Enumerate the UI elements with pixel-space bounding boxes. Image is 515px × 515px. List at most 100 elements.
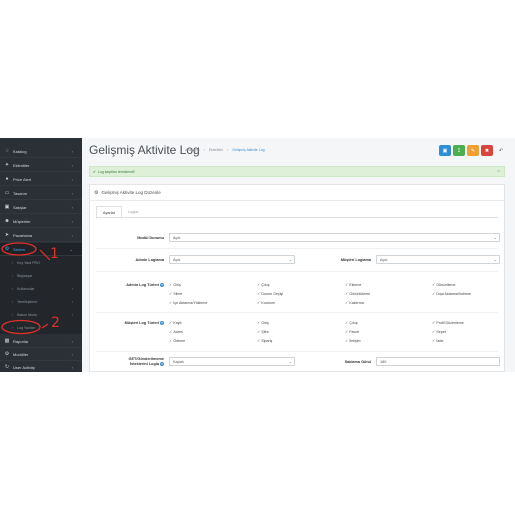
customer-log-type-checkbox[interactable]: ✓Favori xyxy=(345,329,359,334)
sidebar-item-tasarim[interactable]: ▭ Tasarım › xyxy=(0,187,82,200)
checkmark-icon: ✓ xyxy=(345,338,349,343)
sidebar-item-moduller[interactable]: ⚙ Modüller › xyxy=(0,348,82,361)
checkbox-label: İçe Aktarma/Yükleme xyxy=(173,301,208,305)
admin-log-type-checkbox[interactable]: ✓Silme xyxy=(169,291,182,296)
checkbox-label: Ekleme xyxy=(349,283,362,287)
edit-button[interactable]: ✎ xyxy=(467,145,479,156)
customer-logging-select[interactable]: Açık ⌄ xyxy=(376,255,500,264)
customer-log-type-checkbox[interactable]: ✓Giriş xyxy=(257,320,269,325)
checkmark-icon: ✓ xyxy=(432,320,436,325)
admin-log-type-checkbox[interactable]: ✓Güncelleme xyxy=(432,282,456,287)
app-screenshot: ♢ Katalog › ✦ Eklentiler › ● Price Alert… xyxy=(0,138,515,372)
module-status-value: Açık xyxy=(173,235,181,240)
chevron-down-icon: ⌄ xyxy=(69,246,73,252)
admin-log-types-label: Admin Log Türleri? xyxy=(126,283,164,287)
pencil-icon: ✎ xyxy=(470,147,476,154)
sidebar-item-pazarlama[interactable]: ➤ Pazarlama › xyxy=(0,229,82,242)
back-button[interactable]: ↶ xyxy=(495,145,507,156)
success-alert: ✔ Log kayıtları temizlendi! × xyxy=(89,166,505,177)
admin-log-type-checkbox[interactable]: ✓Ekleme xyxy=(345,282,361,287)
admin-log-type-checkbox[interactable]: ✓Kurulum xyxy=(257,300,275,305)
sidebar-item-eklentiler[interactable]: ✦ Eklentiler › xyxy=(0,159,82,172)
row-divider xyxy=(96,351,498,352)
admin-logging-label: Admin Loglama xyxy=(135,258,164,262)
sidebar-subitem-bilgisayar[interactable]: › Bilgisayar xyxy=(0,269,82,282)
sidebar-item-price-alert[interactable]: ● Price Alert › xyxy=(0,173,82,186)
checkmark-icon: ✓ xyxy=(169,300,173,305)
save-button[interactable]: ▣ xyxy=(439,145,451,156)
retention-label: Saklama Günü xyxy=(344,360,371,364)
customer-log-type-checkbox[interactable]: ✓Şifre xyxy=(257,329,269,334)
sidebar-subitem-log-yazilim[interactable]: › Log Yazılım xyxy=(0,321,82,334)
checkmark-icon: ✓ xyxy=(257,300,261,305)
customer-log-types-label-text: Müşteri Log Türleri xyxy=(124,321,159,325)
chevron-right-icon: › xyxy=(71,190,73,196)
breadcrumb-current[interactable]: Gelişmiş Aktivite Log xyxy=(232,148,264,152)
checkbox-label: Çıkış xyxy=(349,321,358,325)
admin-log-type-checkbox[interactable]: ✓Görüntüleme xyxy=(345,291,370,296)
checkmark-icon: ✓ xyxy=(257,291,261,296)
customer-log-type-checkbox[interactable]: ✓Sepet xyxy=(432,329,446,334)
download-button[interactable]: ↧ xyxy=(453,145,465,156)
customer-log-type-checkbox[interactable]: ✓Ödeme xyxy=(169,338,185,343)
checkmark-icon: ✓ xyxy=(345,320,349,325)
customer-log-type-checkbox[interactable]: ✓Kayıt xyxy=(169,320,182,325)
sidebar-subitem-key-yard[interactable]: › Key Yard PRO xyxy=(0,256,82,269)
history-icon: ↻ xyxy=(4,364,10,370)
chevron-right-icon: › xyxy=(71,286,73,291)
check-circle-icon: ✔ xyxy=(93,169,96,174)
checkbox-label: Durum Geçişi xyxy=(261,292,284,296)
delete-button[interactable]: ✖ xyxy=(481,145,493,156)
customer-log-type-checkbox[interactable]: ✓Profil Düzenleme xyxy=(432,320,464,325)
checkmark-icon: ✓ xyxy=(169,282,173,287)
admin-log-type-checkbox[interactable]: ✓İçe Aktarma/Yükleme xyxy=(169,300,207,305)
sidebar-item-label: Satışlar xyxy=(13,204,27,210)
chevron-right-icon: › xyxy=(71,299,73,304)
checkbox-label: Sepet xyxy=(436,330,446,334)
sidebar-item-katalog[interactable]: ♢ Katalog › xyxy=(0,145,82,158)
customer-log-types-label: Müşteri Log Türleri? xyxy=(125,321,164,325)
floppy-icon: ▣ xyxy=(442,147,448,154)
get-post-select[interactable]: Kapalı ⌄ xyxy=(169,357,295,366)
main-content: Gelişmiş Aktivite Log Anasayfa › Eklenti… xyxy=(82,138,515,372)
breadcrumb-eklentiler[interactable]: Eklentiler xyxy=(209,148,223,152)
sidebar-subitem-kullanicilar[interactable]: › Kullanıcılar › xyxy=(0,282,82,295)
close-icon[interactable]: × xyxy=(497,169,500,175)
sidebar-subitem-yerellestirme[interactable]: › Yerelleştirme › xyxy=(0,295,82,308)
user-icon: ☻ xyxy=(4,218,10,224)
page-title: Gelişmiş Aktivite Log xyxy=(89,143,200,157)
cart-icon: ▣ xyxy=(4,204,10,210)
sidebar-item-satislar[interactable]: ▣ Satışlar › xyxy=(0,201,82,214)
sidebar-item-musteriler[interactable]: ☻ Müşteriler › xyxy=(0,215,82,228)
retention-input[interactable]: 180 xyxy=(376,357,500,366)
admin-log-type-checkbox[interactable]: ✓Kaldırma xyxy=(345,300,364,305)
tab-loglar[interactable]: Loglar xyxy=(122,206,145,217)
sidebar-item-raporlar[interactable]: ▩ Raporlar › xyxy=(0,335,82,348)
admin-logging-value: Açık xyxy=(173,257,181,262)
sidebar-item-label: Sistem xyxy=(13,246,26,252)
checkmark-icon: ✓ xyxy=(169,291,173,296)
row-divider xyxy=(96,248,498,249)
breadcrumb-home[interactable]: Anasayfa xyxy=(185,148,200,152)
customer-log-type-checkbox[interactable]: ✓İletişim xyxy=(345,338,361,343)
sidebar-subitem-bakim-modu[interactable]: › Bakım Modu › xyxy=(0,308,82,321)
admin-logging-select[interactable]: Açık ⌄ xyxy=(169,255,295,264)
customer-log-type-checkbox[interactable]: ✓Çıkış xyxy=(345,320,358,325)
admin-log-type-checkbox[interactable]: ✓Durum Geçişi xyxy=(257,291,283,296)
chevron-down-icon: ⌄ xyxy=(288,359,292,364)
sidebar-item-user-activity[interactable]: ↻ User Activity › xyxy=(0,361,82,372)
admin-log-type-checkbox[interactable]: ✓Giriş xyxy=(169,282,181,287)
checkbox-label: Kaldırma xyxy=(349,301,364,305)
admin-log-type-checkbox[interactable]: ✓Çıkış xyxy=(257,282,270,287)
customer-log-type-checkbox[interactable]: ✓İade xyxy=(432,338,443,343)
admin-log-type-checkbox[interactable]: ✓Dışa Aktarma/İndirme xyxy=(432,291,471,296)
customer-log-type-checkbox[interactable]: ✓Adres xyxy=(169,329,183,334)
sidebar-subitem-label: Bakım Modu xyxy=(17,312,37,317)
gear-icon: ⚙ xyxy=(4,351,10,357)
customer-log-type-checkbox[interactable]: ✓Sipariş xyxy=(257,338,272,343)
module-status-select[interactable]: Açık ⌄ xyxy=(169,233,500,242)
sidebar-item-label: Modüller xyxy=(13,351,29,357)
sidebar-item-sistem[interactable]: ⚙ Sistem ⌄ xyxy=(0,243,82,256)
sidebar-item-label: User Activity xyxy=(13,364,36,370)
monitor-icon: ▭ xyxy=(4,190,10,196)
